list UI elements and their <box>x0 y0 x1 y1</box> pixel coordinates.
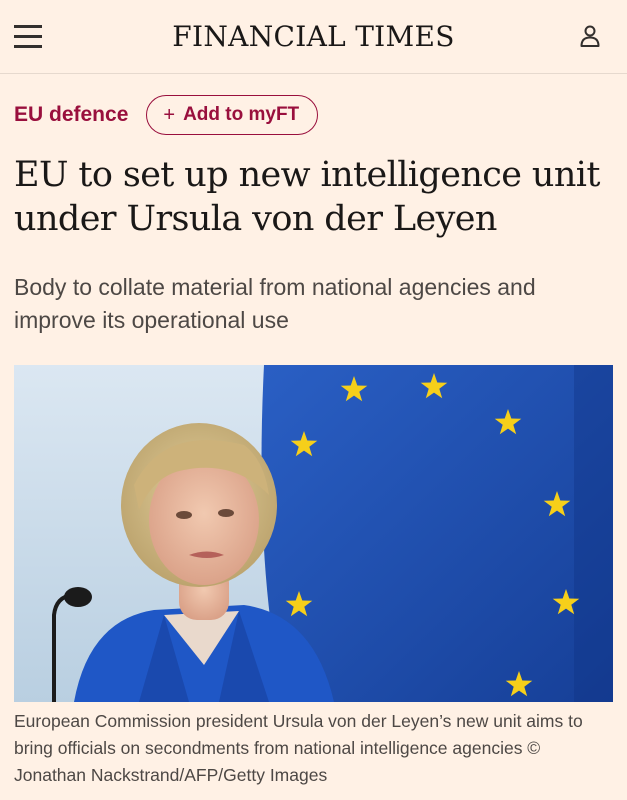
article-standfirst: Body to collate material from national a… <box>14 274 536 333</box>
site-header: FINANCIAL TIMES <box>0 0 627 74</box>
article-photo <box>14 365 613 702</box>
article-headline: EU to set up new intelligence unit under… <box>14 155 600 239</box>
account-button[interactable] <box>579 24 601 48</box>
photo-caption: European Commission president Ursula von… <box>14 711 583 785</box>
user-icon <box>580 25 600 47</box>
topic-link[interactable]: EU defence <box>14 103 128 127</box>
add-to-myft-label: Add to myFT <box>183 104 300 125</box>
topic-row: EU defence + Add to myFT <box>14 95 319 135</box>
plus-icon: + <box>163 103 176 126</box>
add-to-myft-button[interactable]: + Add to myFT <box>146 95 319 135</box>
brand-logo[interactable]: FINANCIAL TIMES <box>0 20 627 53</box>
